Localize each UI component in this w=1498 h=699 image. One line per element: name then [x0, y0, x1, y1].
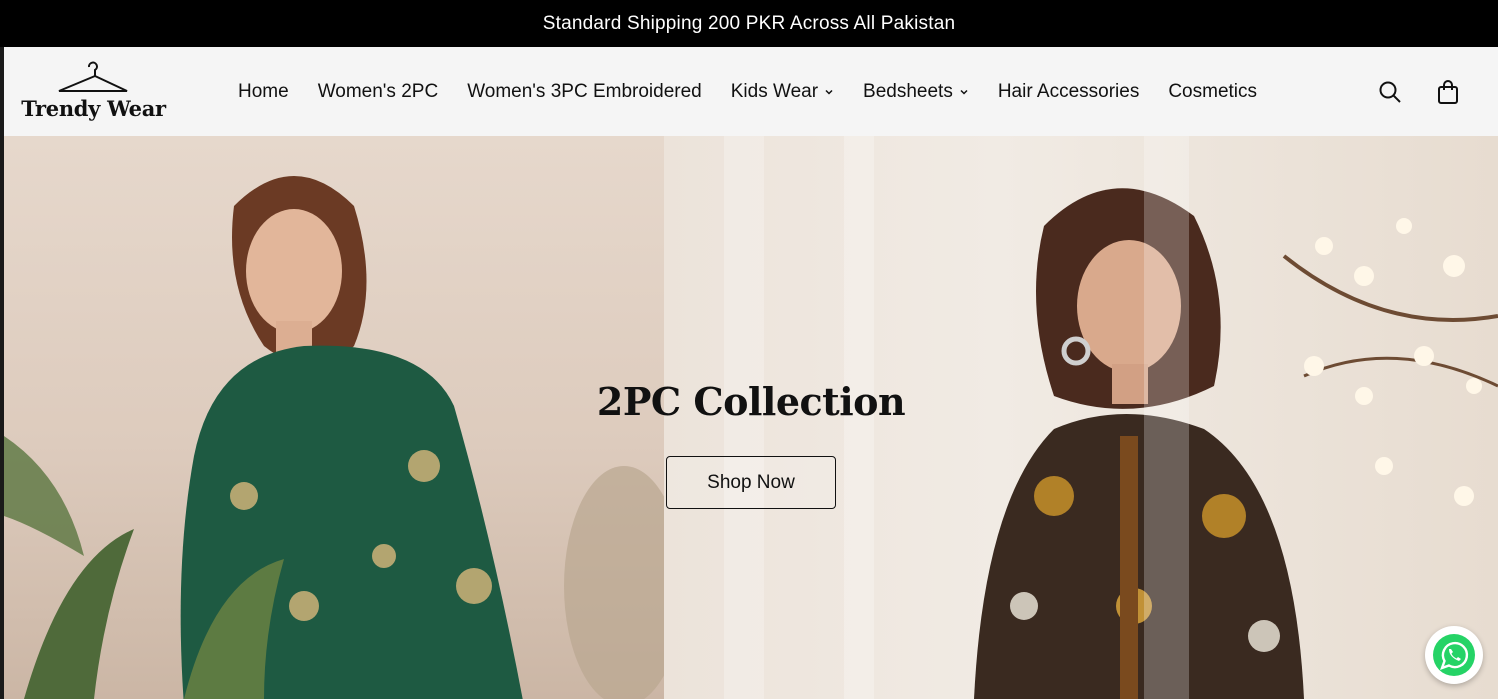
shop-now-button[interactable]: Shop Now: [666, 456, 836, 509]
announcement-text: Standard Shipping 200 PKR Across All Pak…: [542, 12, 956, 34]
logo-text: Trendy Wear: [21, 96, 166, 121]
shopping-bag-icon[interactable]: [1436, 79, 1460, 105]
hero-content: 2PC Collection Shop Now: [4, 379, 1498, 509]
nav-kids-wear[interactable]: Kids Wear: [731, 81, 834, 103]
hero-banner: 2PC Collection Shop Now: [4, 136, 1498, 699]
logo[interactable]: Trendy Wear: [21, 59, 166, 123]
hero-title: 2PC Collection: [596, 379, 906, 424]
nav-bedsheets[interactable]: Bedsheets: [863, 81, 969, 103]
nav-label: Home: [238, 80, 289, 102]
chevron-down-icon: [825, 89, 833, 95]
nav-home[interactable]: Home: [238, 81, 289, 103]
nav-label: Cosmetics: [1168, 80, 1258, 102]
whatsapp-icon[interactable]: [1425, 626, 1483, 684]
nav-womens-3pc-embroidered[interactable]: Women's 3PC Embroidered: [467, 81, 702, 103]
main-nav: Home Women's 2PC Women's 3PC Embroidered…: [238, 47, 1286, 136]
hanger-icon: [58, 61, 128, 92]
header-actions: [1378, 47, 1460, 136]
nav-label: Women's 2PC: [317, 80, 439, 102]
nav-label: Hair Accessories: [997, 80, 1140, 102]
nav-womens-2pc[interactable]: Women's 2PC: [318, 81, 439, 103]
nav-label: Bedsheets: [863, 80, 953, 102]
nav-label: Women's 3PC Embroidered: [467, 80, 702, 102]
nav-label: Kids Wear: [730, 80, 819, 102]
nav-cosmetics[interactable]: Cosmetics: [1168, 81, 1257, 103]
site-header: Trendy Wear Home Women's 2PC Women's 3PC…: [4, 47, 1498, 136]
search-icon[interactable]: [1378, 80, 1402, 104]
announcement-bar: Standard Shipping 200 PKR Across All Pak…: [0, 0, 1498, 47]
chevron-down-icon: [960, 89, 968, 95]
nav-hair-accessories[interactable]: Hair Accessories: [998, 81, 1140, 103]
